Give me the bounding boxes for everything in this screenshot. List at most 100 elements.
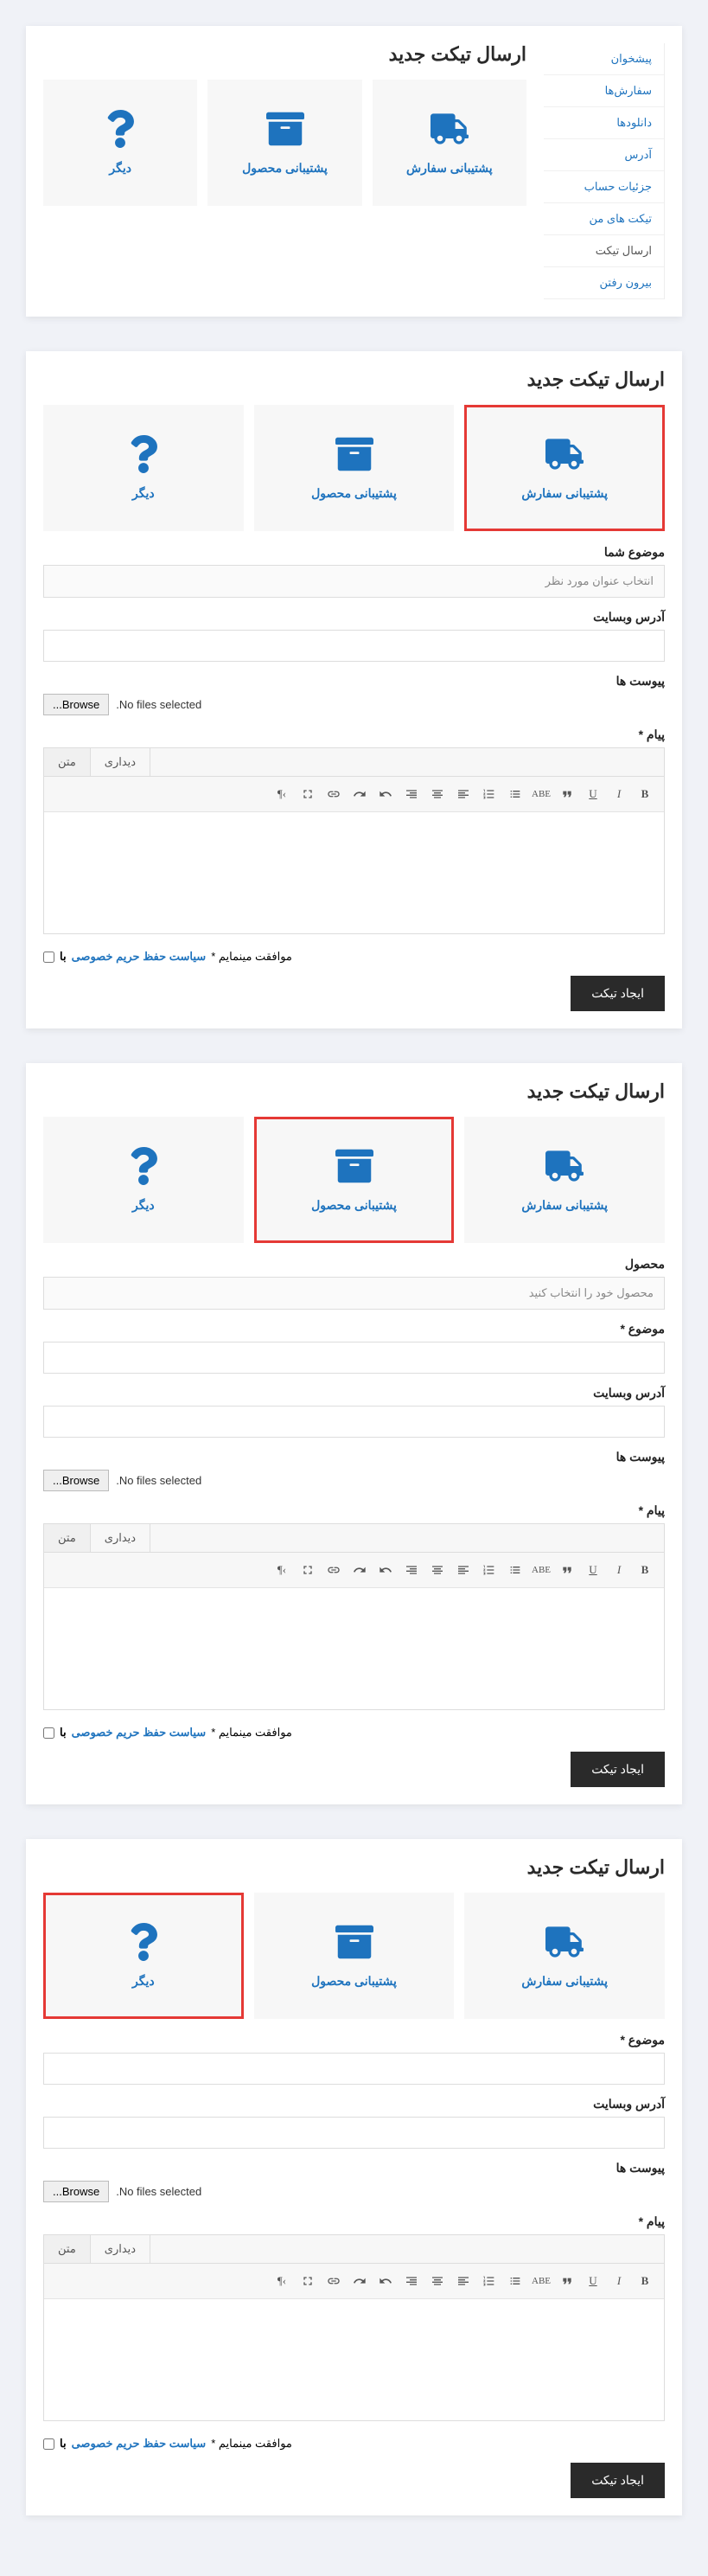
category-truck[interactable]: پشتیبانی سفارش: [464, 1893, 665, 2019]
toolbar-fullscreen[interactable]: [297, 2271, 318, 2291]
toolbar-abc[interactable]: ABE: [531, 2271, 552, 2291]
toolbar-align-right[interactable]: [401, 2271, 422, 2291]
toolbar-bold[interactable]: B: [635, 2271, 655, 2291]
toolbar-underline[interactable]: U: [583, 2271, 603, 2291]
submit-button[interactable]: ایجاد تیکت: [571, 976, 665, 1011]
tab-text[interactable]: متن: [44, 2235, 91, 2263]
toolbar-undo[interactable]: [375, 1560, 396, 1580]
toolbar-bold[interactable]: B: [635, 784, 655, 804]
toolbar-align-left[interactable]: [453, 1560, 474, 1580]
box-icon: [266, 110, 304, 152]
toolbar-ordered-list[interactable]: [479, 784, 500, 804]
toolbar-unordered-list[interactable]: [505, 2271, 526, 2291]
toolbar-pilcrow[interactable]: ¶‹: [271, 2271, 292, 2291]
toolbar-align-left[interactable]: [453, 784, 474, 804]
tab-visual[interactable]: دیداری: [91, 2235, 150, 2263]
agree-checkbox[interactable]: [43, 1727, 54, 1739]
toolbar-align-left[interactable]: [453, 2271, 474, 2291]
toolbar-redo[interactable]: [349, 2271, 370, 2291]
tab-visual[interactable]: دیداری: [91, 1524, 150, 1552]
sidebar-item[interactable]: تیکت های من: [544, 203, 664, 235]
toolbar-redo[interactable]: [349, 1560, 370, 1580]
browse-button[interactable]: Browse...: [43, 694, 109, 715]
product-select[interactable]: محصول خود را انتخاب کنید: [43, 1277, 665, 1310]
privacy-link[interactable]: سیاست حفظ حریم خصوصی: [72, 2437, 207, 2451]
toolbar-redo[interactable]: [349, 784, 370, 804]
toolbar-italic[interactable]: I: [609, 784, 629, 804]
category-truck[interactable]: پشتیبانی سفارش: [373, 80, 526, 206]
toolbar-align-right[interactable]: [401, 1560, 422, 1580]
privacy-link[interactable]: سیاست حفظ حریم خصوصی: [72, 950, 207, 964]
toolbar-align-center[interactable]: [427, 1560, 448, 1580]
website-input[interactable]: [43, 1406, 665, 1438]
toolbar-quote[interactable]: [557, 784, 577, 804]
toolbar-unordered-list[interactable]: [505, 784, 526, 804]
tab-visual[interactable]: دیداری: [91, 748, 150, 776]
agree-checkbox[interactable]: [43, 952, 54, 963]
toolbar-pilcrow[interactable]: ¶‹: [271, 1560, 292, 1580]
sidebar-item[interactable]: سفارش‌ها: [544, 75, 664, 107]
website-input[interactable]: [43, 2117, 665, 2149]
toolbar-link[interactable]: [323, 784, 344, 804]
toolbar-bold[interactable]: B: [635, 1560, 655, 1580]
toolbar-link[interactable]: [323, 2271, 344, 2291]
submit-button[interactable]: ایجاد تیکت: [571, 2463, 665, 2498]
editor-body[interactable]: [44, 812, 664, 933]
category-question[interactable]: دیگر: [43, 80, 197, 206]
category-box[interactable]: پشتیبانی محصول: [254, 1893, 455, 2019]
category-box[interactable]: پشتیبانی محصول: [254, 405, 455, 531]
toolbar-italic[interactable]: I: [609, 1560, 629, 1580]
file-status: No files selected.: [116, 2185, 201, 2198]
category-question[interactable]: دیگر: [43, 405, 244, 531]
category-truck[interactable]: پشتیبانی سفارش: [464, 1117, 665, 1243]
submit-button[interactable]: ایجاد تیکت: [571, 1752, 665, 1787]
toolbar-underline[interactable]: U: [583, 1560, 603, 1580]
tab-text[interactable]: متن: [44, 748, 91, 776]
category-truck[interactable]: پشتیبانی سفارش: [464, 405, 665, 531]
toolbar-ordered-list[interactable]: [479, 1560, 500, 1580]
privacy-link[interactable]: سیاست حفظ حریم خصوصی: [72, 1726, 207, 1740]
toolbar-pilcrow[interactable]: ¶‹: [271, 784, 292, 804]
editor-body[interactable]: [44, 1588, 664, 1709]
tab-text[interactable]: متن: [44, 1524, 91, 1552]
toolbar-link[interactable]: [323, 1560, 344, 1580]
toolbar-quote[interactable]: [557, 2271, 577, 2291]
editor-body[interactable]: [44, 2299, 664, 2420]
toolbar-italic[interactable]: I: [609, 2271, 629, 2291]
browse-button[interactable]: Browse...: [43, 2181, 109, 2202]
toolbar-quote[interactable]: [557, 1560, 577, 1580]
category-question[interactable]: دیگر: [43, 1117, 244, 1243]
sidebar-item[interactable]: دانلودها: [544, 107, 664, 139]
toolbar-undo[interactable]: [375, 784, 396, 804]
sidebar-item[interactable]: آدرس: [544, 139, 664, 171]
toolbar-align-center[interactable]: [427, 2271, 448, 2291]
toolbar-fullscreen[interactable]: [297, 1560, 318, 1580]
sidebar-item[interactable]: بیرون رفتن: [544, 267, 664, 299]
subject-input[interactable]: [43, 1342, 665, 1374]
label-attachments: پیوست ها: [43, 1450, 665, 1464]
category-box[interactable]: پشتیبانی محصول: [207, 80, 361, 206]
category-question[interactable]: دیگر: [43, 1893, 244, 2019]
toolbar-align-center[interactable]: [427, 784, 448, 804]
sidebar-item[interactable]: پیشخوان: [544, 43, 664, 75]
agree-checkbox[interactable]: [43, 2438, 54, 2450]
subject-select[interactable]: انتخاب عنوان مورد نظر: [43, 565, 665, 598]
sidebar-item[interactable]: ارسال تیکت: [544, 235, 664, 267]
toolbar-fullscreen[interactable]: [297, 784, 318, 804]
toolbar-abc[interactable]: ABE: [531, 784, 552, 804]
browse-button[interactable]: Browse...: [43, 1470, 109, 1491]
toolbar-ordered-list[interactable]: [479, 2271, 500, 2291]
toolbar-abc[interactable]: ABE: [531, 1560, 552, 1580]
sidebar: پیشخوانسفارش‌هادانلودهاآدرسجزئیات حسابتی…: [544, 43, 665, 299]
toolbar-unordered-list[interactable]: [505, 1560, 526, 1580]
category-box[interactable]: پشتیبانی محصول: [254, 1117, 455, 1243]
category-label: پشتیبانی سفارش: [406, 161, 493, 176]
sidebar-item[interactable]: جزئیات حساب: [544, 171, 664, 203]
toolbar-align-right[interactable]: [401, 784, 422, 804]
file-status: No files selected.: [116, 1474, 201, 1487]
toolbar-underline[interactable]: U: [583, 784, 603, 804]
file-row: No files selected. Browse...: [43, 2181, 665, 2202]
toolbar-undo[interactable]: [375, 2271, 396, 2291]
subject-input[interactable]: [43, 2053, 665, 2085]
website-input[interactable]: [43, 630, 665, 662]
